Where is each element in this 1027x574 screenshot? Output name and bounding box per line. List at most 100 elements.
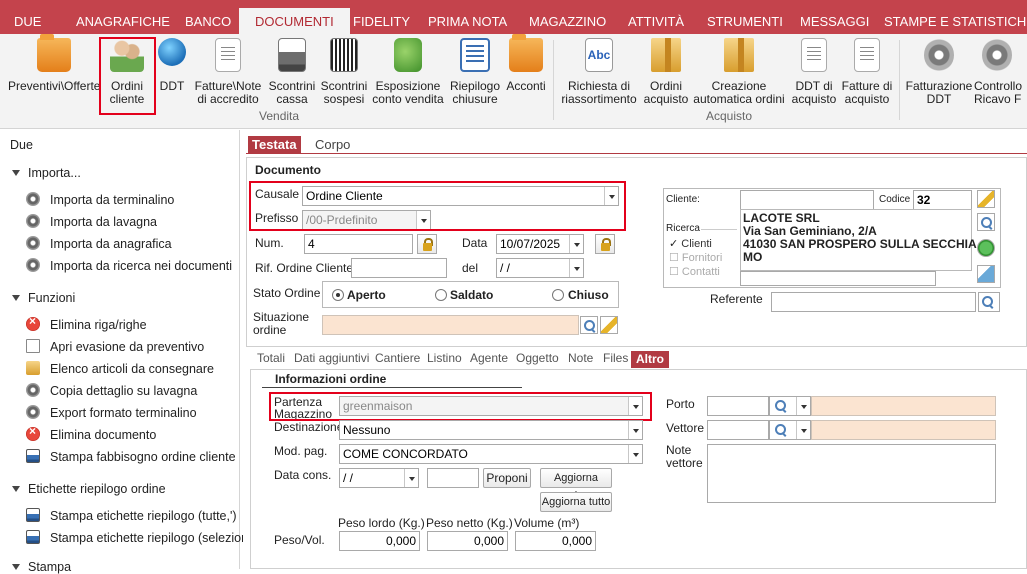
fatture-acquisto-button[interactable]: Fatture di acquisto <box>840 38 894 106</box>
del-field[interactable]: / / <box>496 258 584 278</box>
tab-corpo[interactable]: Corpo <box>311 136 354 153</box>
elenco-articoli-item[interactable]: Elenco articoli da consegnare <box>26 361 214 376</box>
rif-ordine-field[interactable] <box>351 258 447 278</box>
menu-tab-messaggi[interactable]: MESSAGGI <box>800 0 869 34</box>
address-line-3: 41030 SAN PROSPERO SULLA SECCHIA <box>743 237 977 251</box>
importa-terminalino-item[interactable]: Importa da terminalino <box>26 192 174 207</box>
volume-field[interactable]: 0,000 <box>515 531 596 551</box>
subtab-totali[interactable]: Totali <box>257 351 285 365</box>
menu-tab-prima-nota[interactable]: PRIMA NOTA <box>428 0 507 34</box>
riepilogo-chiusure-button[interactable]: Riepilogo chiusure <box>448 38 502 106</box>
elimina-documento-item[interactable]: Elimina documento <box>26 424 156 442</box>
preventivi-offerte-button[interactable]: Preventivi\Offerte <box>8 34 100 93</box>
fatture-note-button[interactable]: Fatture\Note di accredito <box>192 38 264 106</box>
ricerca-contatti-option[interactable]: ☐ Contatti <box>669 265 720 278</box>
num-field[interactable]: 4 <box>304 234 413 254</box>
menu-tab-anagrafiche[interactable]: ANAGRAFICHE <box>76 0 170 34</box>
peso-netto-field[interactable]: 0,000 <box>427 531 508 551</box>
ricerca-label: Ricerca <box>666 223 700 234</box>
subtab-agente[interactable]: Agente <box>470 351 508 365</box>
porto-code-field[interactable] <box>707 396 769 416</box>
data-field[interactable]: 10/07/2025 <box>496 234 584 254</box>
codice-field[interactable]: 32 <box>913 190 972 210</box>
stampa-etichette-tutte-item[interactable]: Stampa etichette riepilogo (tutte,') <box>26 508 237 523</box>
menu-tab-stampe-statistiche[interactable]: STAMPE E STATISTICHE <box>884 0 1027 34</box>
section-funzioni[interactable]: Funzioni <box>12 291 75 305</box>
broom-icon[interactable] <box>600 316 618 334</box>
scontrini-sospesi-button[interactable]: Scontrini sospesi <box>318 38 370 106</box>
subtab-files[interactable]: Files <box>603 351 628 365</box>
lock-icon[interactable] <box>417 234 437 254</box>
ordini-acquisto-button[interactable]: Ordini acquisto <box>642 38 690 106</box>
ddt-button[interactable]: DDT <box>156 38 188 93</box>
modpag-select[interactable]: COME CONCORDATO <box>339 444 643 464</box>
importa-lavagna-item[interactable]: Importa da lavagna <box>26 214 157 229</box>
vettore-lookup[interactable] <box>769 420 811 440</box>
search-icon[interactable] <box>772 397 790 415</box>
stato-chiuso-radio[interactable] <box>552 289 564 301</box>
porto-lookup[interactable] <box>769 396 811 416</box>
cliente-extra-field[interactable] <box>740 271 936 286</box>
richiesta-riassortimento-button[interactable]: Abc Richiesta di riassortimento <box>560 38 638 106</box>
section-etichette[interactable]: Etichette riepilogo ordine <box>12 482 166 496</box>
peso-netto-label: Peso netto (Kg.) <box>426 516 513 530</box>
acconti-button[interactable]: Acconti <box>504 34 548 93</box>
importa-anagrafica-item[interactable]: Importa da anagrafica <box>26 236 172 251</box>
search-icon[interactable] <box>580 316 598 334</box>
ricerca-fornitori-option[interactable]: ☐ Fornitori <box>669 251 722 264</box>
menu-tab-banco[interactable]: BANCO <box>185 0 231 34</box>
broom-icon[interactable] <box>977 190 995 208</box>
subtab-oggetto[interactable]: Oggetto <box>516 351 559 365</box>
subtab-dati-aggiuntivi[interactable]: Dati aggiuntivi <box>294 351 369 365</box>
stato-saldato-radio[interactable] <box>435 289 447 301</box>
vettore-code-field[interactable] <box>707 420 769 440</box>
section-stampa[interactable]: Stampa <box>12 560 71 574</box>
export-terminalino-item[interactable]: Export formato terminalino <box>26 405 197 420</box>
menu-tab-strumenti[interactable]: STRUMENTI <box>707 0 783 34</box>
subtab-listino[interactable]: Listino <box>427 351 462 365</box>
esposizione-conto-vendita-button[interactable]: Esposizione conto vendita <box>370 38 446 106</box>
copia-dettaglio-item[interactable]: Copia dettaglio su lavagna <box>26 383 197 398</box>
search-icon[interactable] <box>978 292 1000 312</box>
datacons-extra-field[interactable] <box>427 468 479 488</box>
menu-tab-due[interactable]: DUE <box>14 0 41 34</box>
ddt-acquisto-button[interactable]: DDT di acquisto <box>790 38 838 106</box>
search-icon[interactable] <box>772 421 790 439</box>
importa-ricerca-item[interactable]: Importa da ricerca nei documenti <box>26 258 232 273</box>
menu-tab-documenti[interactable]: DOCUMENTI <box>239 8 350 34</box>
menu-tab-attivita[interactable]: ATTIVITÀ <box>628 0 684 34</box>
destinazione-select[interactable]: Nessuno <box>339 420 643 440</box>
search-icon[interactable] <box>977 213 995 231</box>
referente-field[interactable] <box>771 292 976 312</box>
cliente-address: LACOTE SRL Via San Geminiano, 2/A 41030 … <box>740 209 977 271</box>
subtab-altro[interactable]: Altro <box>631 351 669 368</box>
menu-tab-magazzino[interactable]: MAGAZZINO <box>529 0 606 34</box>
apri-evasione-item[interactable]: Apri evasione da preventivo <box>26 339 204 354</box>
stampa-etichette-selezione-item[interactable]: Stampa etichette riepilogo (selezion <box>26 530 248 545</box>
peso-lordo-field[interactable]: 0,000 <box>339 531 420 551</box>
fatturazione-ddt-button[interactable]: Fatturazione DDT <box>904 38 974 106</box>
ricerca-clienti-option[interactable]: ✓ Clienti <box>669 237 712 250</box>
note-vettore-field[interactable] <box>707 444 996 503</box>
controllo-ricavo-button[interactable]: Controllo Ricavo F <box>974 38 1027 106</box>
stampa-fabbisogno-item[interactable]: Stampa fabbisogno ordine cliente <box>26 449 236 464</box>
elimina-righe-item[interactable]: Elimina riga/righe <box>26 314 147 332</box>
situazione-field[interactable] <box>322 315 579 335</box>
creazione-automatica-ordini-button[interactable]: Creazione automatica ordini <box>690 38 788 106</box>
datacons-field[interactable]: / / <box>339 468 419 488</box>
add-icon[interactable] <box>977 239 995 257</box>
edit-icon[interactable] <box>977 265 995 283</box>
stato-aperto-radio[interactable] <box>332 289 344 301</box>
menu-tab-fidelity[interactable]: FIDELITY <box>353 0 410 34</box>
aggiorna-tutto-button[interactable]: Aggiorna tutto <box>540 492 612 512</box>
cliente-field[interactable] <box>740 190 874 210</box>
section-importa[interactable]: Importa... <box>12 166 81 180</box>
scontrini-cassa-button[interactable]: Scontrini cassa <box>266 38 318 106</box>
aggiorna-selez-button[interactable]: Aggiorna selez <box>540 468 612 502</box>
lock-icon[interactable] <box>595 234 615 254</box>
subtab-cantiere[interactable]: Cantiere <box>375 351 420 365</box>
subtab-note[interactable]: Note <box>568 351 593 365</box>
proponi-button[interactable]: Proponi <box>483 468 531 488</box>
menu-bar: DUE ANAGRAFICHE BANCO DOCUMENTI FIDELITY… <box>0 0 1027 34</box>
tab-testata[interactable]: Testata <box>248 136 301 153</box>
